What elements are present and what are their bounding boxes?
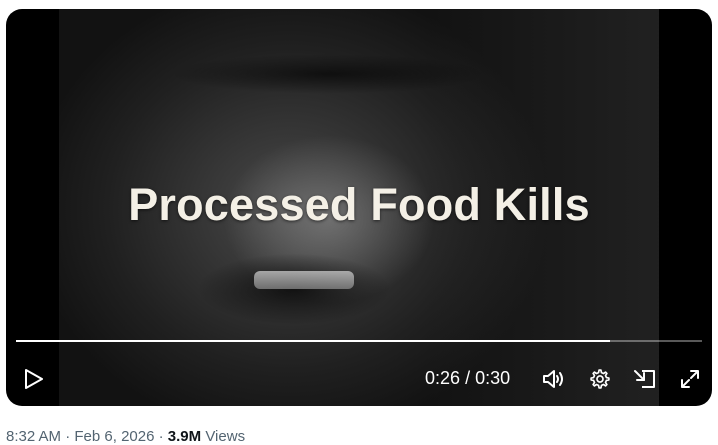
player-controls: 0:26 / 0:30 (6, 361, 712, 397)
fullscreen-button[interactable] (677, 366, 703, 392)
picture-in-picture-icon (634, 370, 655, 388)
play-button[interactable] (23, 367, 45, 391)
views-label: Views (205, 428, 246, 445)
settings-button[interactable] (587, 366, 613, 392)
views-count: 3.9M (167, 428, 202, 445)
progress-fill (16, 340, 611, 342)
video-player[interactable]: Processed Food Kills 0:26 / 0:30 (6, 9, 712, 406)
meta-separator: · (65, 428, 71, 445)
tweet-time[interactable]: 8:32 AM (6, 428, 61, 445)
gear-icon (590, 369, 610, 389)
tweet-meta: 8:32 AM · Feb 6, 2026 · 3.9M Views (6, 428, 245, 445)
tweet-date[interactable]: Feb 6, 2026 (74, 428, 154, 445)
time-display: 0:26 / 0:30 (425, 368, 510, 389)
time-separator: / (465, 368, 471, 388)
mute-button[interactable] (541, 366, 567, 392)
duration: 0:30 (475, 368, 511, 388)
play-icon (25, 369, 43, 389)
current-time: 0:26 (425, 368, 461, 388)
speaker-icon (543, 370, 563, 388)
progress-bar[interactable] (16, 340, 702, 342)
picture-in-picture-button[interactable] (632, 366, 658, 392)
video-caption: Processed Food Kills (128, 179, 590, 230)
meta-separator: · (158, 428, 164, 445)
expand-icon (681, 370, 699, 388)
